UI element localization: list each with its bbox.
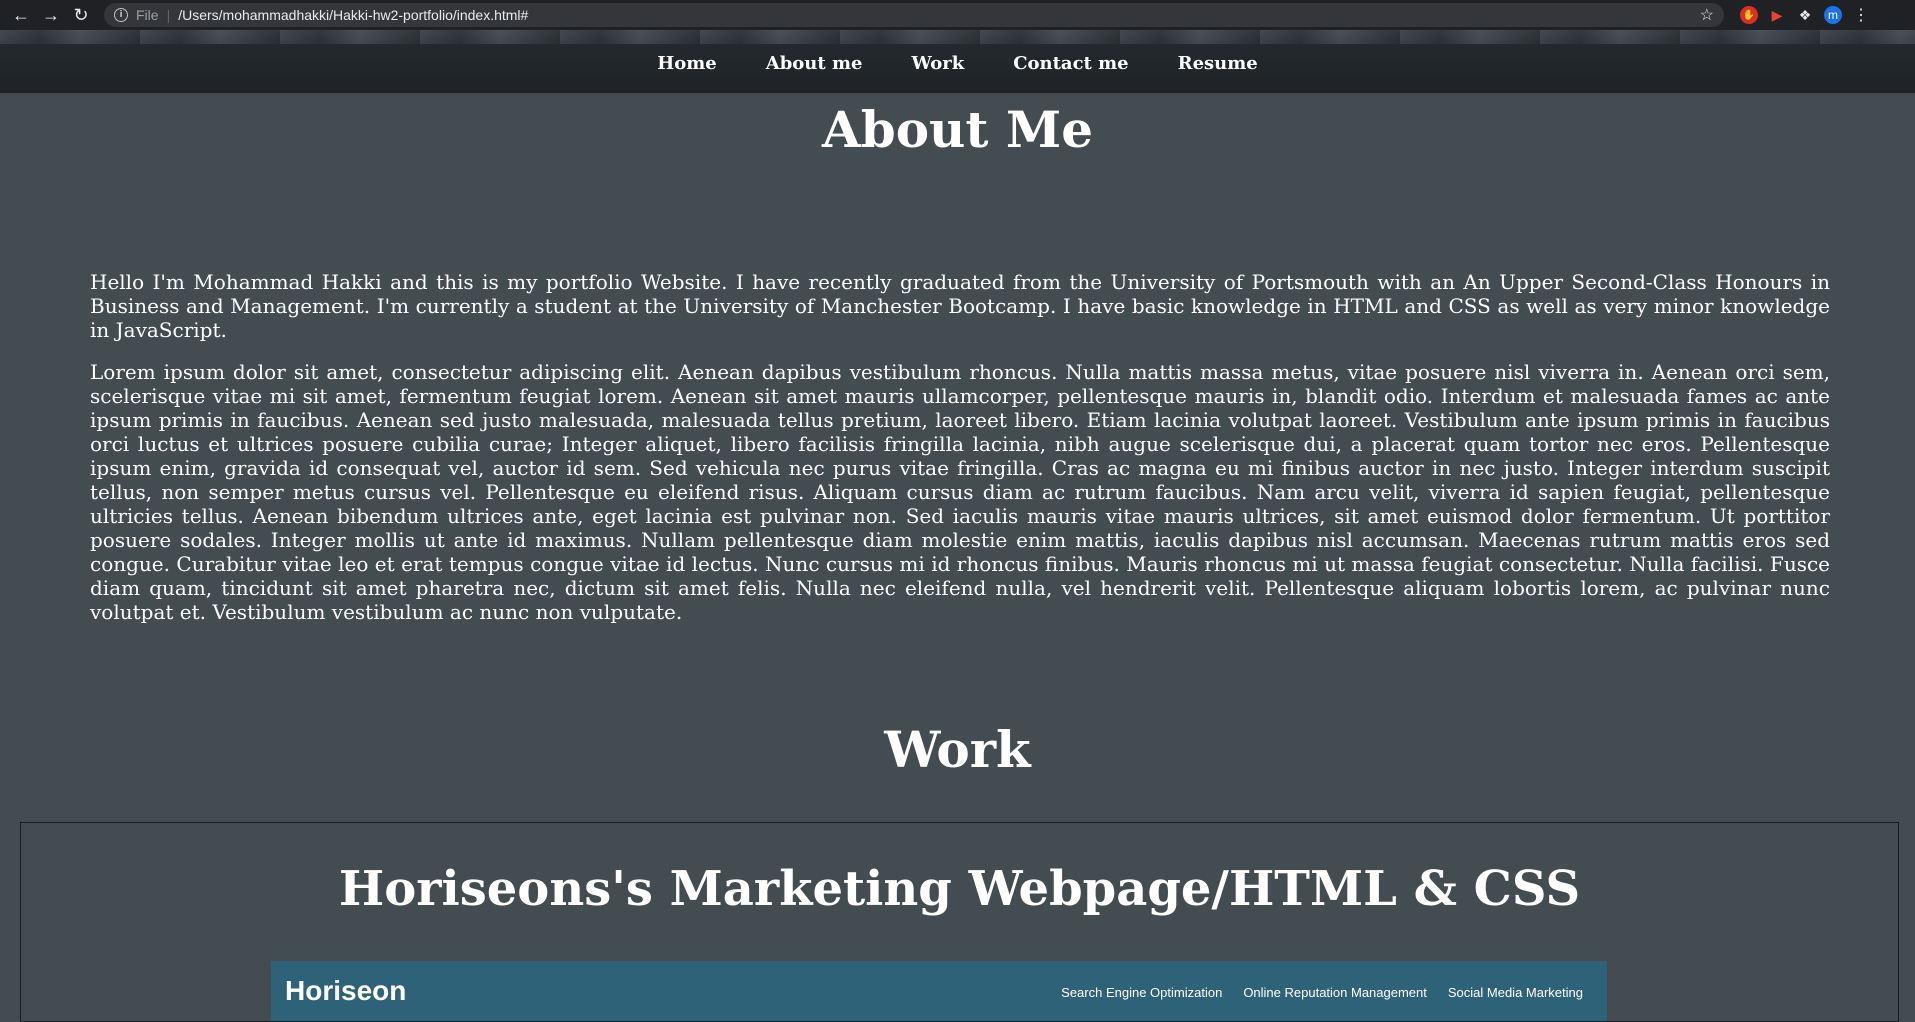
about-text: Hello I'm Mohammad Hakki and this is my … xyxy=(90,270,1830,642)
nav-contact-link[interactable]: Contact me xyxy=(1013,53,1128,74)
address-separator: | xyxy=(166,7,171,23)
url-text[interactable]: /Users/mohammadhakki/Hakki-hw2-portfolio… xyxy=(178,7,528,23)
file-label: File xyxy=(136,7,159,23)
about-paragraph-1: Hello I'm Mohammad Hakki and this is my … xyxy=(90,270,1830,342)
profile-avatar[interactable]: m xyxy=(1824,6,1842,24)
address-bar[interactable]: i File | /Users/mohammadhakki/Hakki-hw2-… xyxy=(104,3,1724,27)
forward-arrow-icon[interactable]: → xyxy=(36,0,66,30)
header-texture xyxy=(0,30,1915,44)
screenshot-brand: Horiseon xyxy=(285,975,407,1006)
extension-icons: ✋ ▶ ❖ m ⋮ xyxy=(1740,6,1870,24)
screenshot-nav-item: Social Media Marketing xyxy=(1447,985,1583,1000)
work-title: Work xyxy=(884,720,1031,779)
info-icon[interactable]: i xyxy=(114,8,128,22)
project-title: Horiseons's Marketing Webpage/HTML & CSS xyxy=(338,861,1581,917)
about-title: About Me xyxy=(821,100,1094,159)
nav-resume-link[interactable]: Resume xyxy=(1178,53,1258,74)
browser-toolbar: ← → ↻ i File | /Users/mohammadhakki/Hakk… xyxy=(0,0,1915,30)
extensions-puzzle-icon[interactable]: ❖ xyxy=(1796,6,1814,24)
screenshot-nav-item: Search Engine Optimization xyxy=(1061,985,1223,1000)
menu-kebab-icon[interactable]: ⋮ xyxy=(1852,6,1870,24)
site-nav: Home About me Work Contact me Resume xyxy=(657,53,1258,74)
bookmark-star-icon[interactable]: ☆ xyxy=(1700,5,1714,25)
nav-about-link[interactable]: About me xyxy=(766,53,863,74)
screenshot-nav-item: Online Reputation Management xyxy=(1243,985,1427,1000)
project-screenshot[interactable]: Horiseon Search Engine Optimization Onli… xyxy=(271,961,1607,1021)
screenshot-nav: Search Engine Optimization Online Reputa… xyxy=(1061,985,1583,1000)
project-card: Horiseons's Marketing Webpage/HTML & CSS… xyxy=(20,822,1899,1022)
record-extension-icon[interactable]: ▶ xyxy=(1768,6,1786,24)
back-arrow-icon[interactable]: ← xyxy=(6,0,36,30)
reload-icon[interactable]: ↻ xyxy=(66,0,96,30)
site-header: Home About me Work Contact me Resume xyxy=(0,30,1915,93)
stop-hand-extension-icon[interactable]: ✋ xyxy=(1740,6,1758,24)
about-paragraph-2: Lorem ipsum dolor sit amet, consectetur … xyxy=(90,360,1830,624)
nav-home-link[interactable]: Home xyxy=(657,53,717,74)
nav-work-link[interactable]: Work xyxy=(911,53,964,74)
